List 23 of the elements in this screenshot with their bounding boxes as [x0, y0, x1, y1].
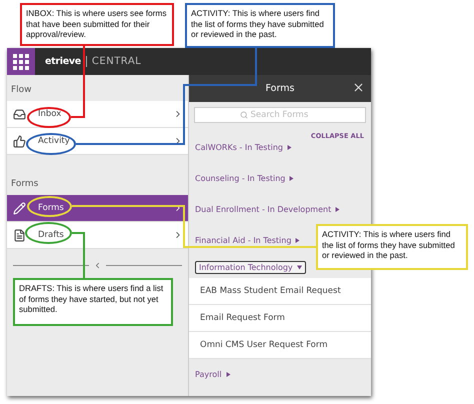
sidebar-item[interactable]: Forms — [7, 195, 188, 222]
callout-box: ACTIVITY: This is where users find the list of forms they have submitted or reviewed in the past. — [185, 3, 335, 48]
category-link[interactable]: CalWORKs - In Testing — [195, 143, 292, 152]
panel-title: Forms — [266, 83, 294, 94]
sidebar-item[interactable]: Drafts — [7, 222, 188, 249]
category-link[interactable]: Counseling - In Testing — [195, 174, 294, 183]
callout-box: DRAFTS: This is where users find a list of forms they have started, but not yet submitted. — [13, 278, 173, 326]
form-item[interactable]: EAB Mass Student Email Request — [189, 278, 371, 305]
form-item[interactable]: Email Request Form — [189, 305, 371, 332]
sidebar-item[interactable]: Activity — [7, 128, 188, 155]
category-link[interactable]: Information Technology — [195, 260, 306, 274]
section-label: Flow — [10, 84, 33, 97]
form-item[interactable]: Omni CMS User Request Form — [189, 332, 371, 359]
category-link[interactable]: Financial Aid - In Testing — [195, 236, 300, 245]
logo: etrieve — [45, 56, 87, 67]
product-name: CENTRAL — [92, 56, 142, 67]
sidebar-item[interactable]: Inbox — [7, 101, 188, 128]
search-field[interactable]: Search Forms — [194, 107, 366, 123]
callout-box: ACTIVITY: This is where users find the list of forms they have submitted or reviewed in the past. — [316, 224, 468, 270]
category-link[interactable]: Dual Enrollment - In Development — [195, 205, 340, 214]
section-label: Forms — [10, 178, 40, 191]
category-link[interactable]: Payroll — [195, 370, 231, 379]
callout-box: INBOX: This is where users see forms that have been submitted for their approval/review. — [20, 3, 174, 46]
